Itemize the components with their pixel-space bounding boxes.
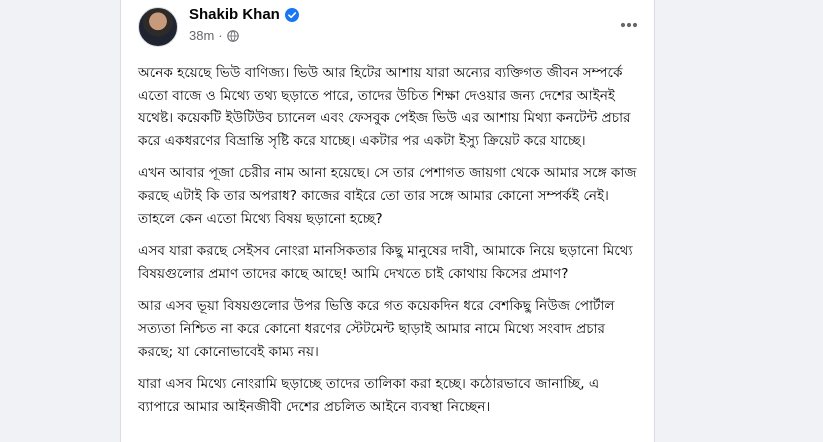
post-paragraph: এখন আবার পূজা চেরীর নাম আনা হয়েছে। সে ত… xyxy=(138,165,637,227)
post-paragraph: আর এসব ভূয়া বিষয়গুলোর উপর ভিত্তি করে গ… xyxy=(138,298,615,360)
post-meta: 38m · xyxy=(189,28,239,43)
post-card: Shakib Khan 38m · অনেক হয়েছে ভিউ বাণিজ্… xyxy=(120,0,655,442)
post-header: Shakib Khan 38m · xyxy=(121,0,654,52)
more-horizontal-icon xyxy=(620,22,638,28)
post-paragraph: অনেক হয়েছে ভিউ বাণিজ্য। ভিউ আর হিটের আশ… xyxy=(138,65,631,149)
post-timestamp[interactable]: 38m xyxy=(189,28,214,43)
author-row: Shakib Khan xyxy=(189,6,299,23)
post-body: অনেক হয়েছে ভিউ বাণিজ্য। ভিউ আর হিটের আশ… xyxy=(138,62,643,428)
post-paragraph: যারা এসব মিথ্যে নোংরামি ছড়াচ্ছে তাদের ত… xyxy=(138,376,600,415)
verified-badge-icon xyxy=(284,7,299,22)
globe-icon[interactable] xyxy=(226,29,239,42)
author-avatar[interactable] xyxy=(138,7,178,47)
post-paragraph: এসব যারা করছে সেইসব নোংরা মানসিকতার কিছু… xyxy=(138,243,633,282)
more-options-button[interactable] xyxy=(618,14,640,36)
meta-separator: · xyxy=(218,28,223,43)
author-name[interactable]: Shakib Khan xyxy=(189,6,280,23)
